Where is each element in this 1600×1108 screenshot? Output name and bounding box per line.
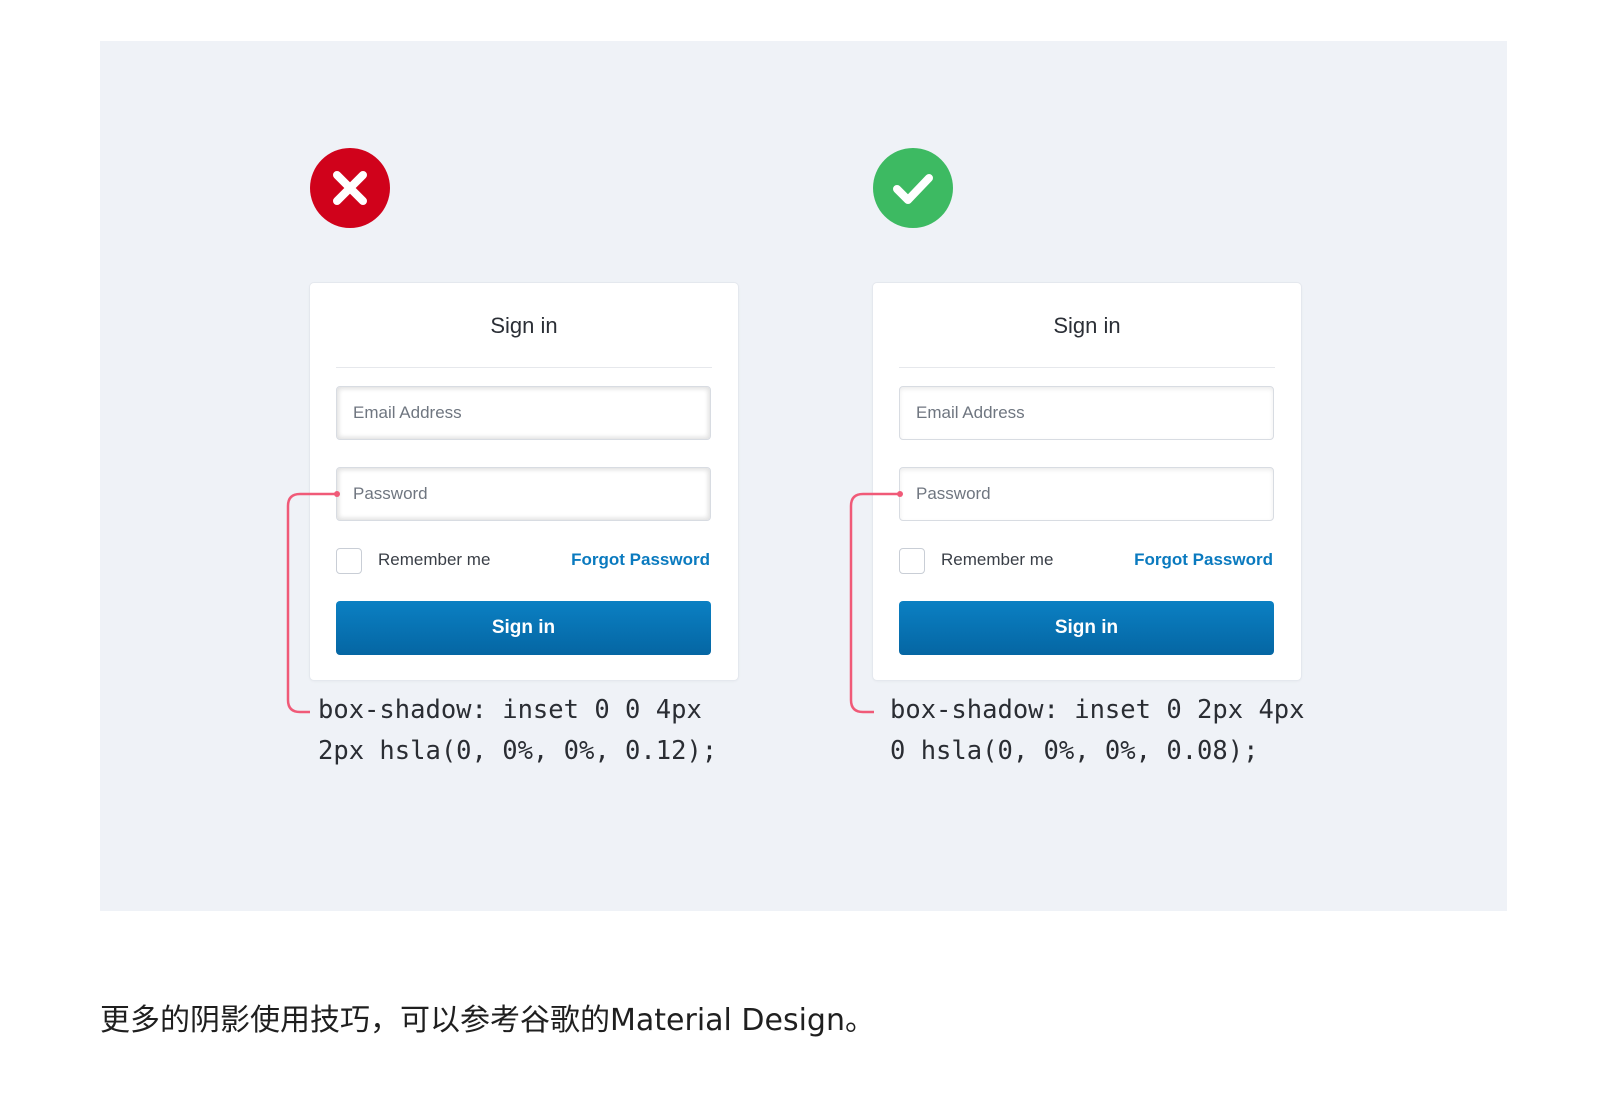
good-example-badge (873, 148, 953, 228)
code-line: 2px hsla(0, 0%, 0%, 0.12); (318, 736, 718, 766)
remember-me-checkbox[interactable] (899, 548, 925, 574)
forgot-password-link[interactable]: Forgot Password (1134, 550, 1273, 570)
card-divider (336, 367, 712, 368)
code-line: 0 hsla(0, 0%, 0%, 0.08); (890, 736, 1259, 766)
remember-me-label: Remember me (378, 550, 491, 569)
card-divider (899, 367, 1275, 368)
code-annotation-good: box-shadow: inset 0 2px 4px 0 hsla(0, 0%… (890, 690, 1305, 772)
code-line: box-shadow: inset 0 0 4px (318, 695, 702, 725)
x-icon (333, 171, 367, 205)
email-field[interactable]: Email Address (899, 386, 1274, 440)
card-title: Sign in (490, 313, 558, 338)
card-title: Sign in (1053, 313, 1121, 338)
remember-me-checkbox[interactable] (336, 548, 362, 574)
signin-button[interactable]: Sign in (336, 601, 711, 655)
password-field[interactable]: Password (336, 467, 711, 521)
forgot-password-link[interactable]: Forgot Password (571, 550, 710, 570)
signin-button[interactable]: Sign in (899, 601, 1274, 655)
check-icon (893, 174, 933, 204)
signin-card-good: Sign in Email Address Password Remember … (873, 283, 1301, 680)
code-line: box-shadow: inset 0 2px 4px (890, 695, 1305, 725)
caption-text: 更多的阴影使用技巧，可以参考谷歌的Material Design。 (100, 1003, 875, 1038)
code-annotation-bad: box-shadow: inset 0 0 4px 2px hsla(0, 0%… (318, 690, 717, 772)
remember-me-label: Remember me (941, 550, 1054, 569)
password-field[interactable]: Password (899, 467, 1274, 521)
bad-example-badge (310, 148, 390, 228)
signin-card-bad: Sign in Email Address Password Remember … (310, 283, 738, 680)
email-field[interactable]: Email Address (336, 386, 711, 440)
